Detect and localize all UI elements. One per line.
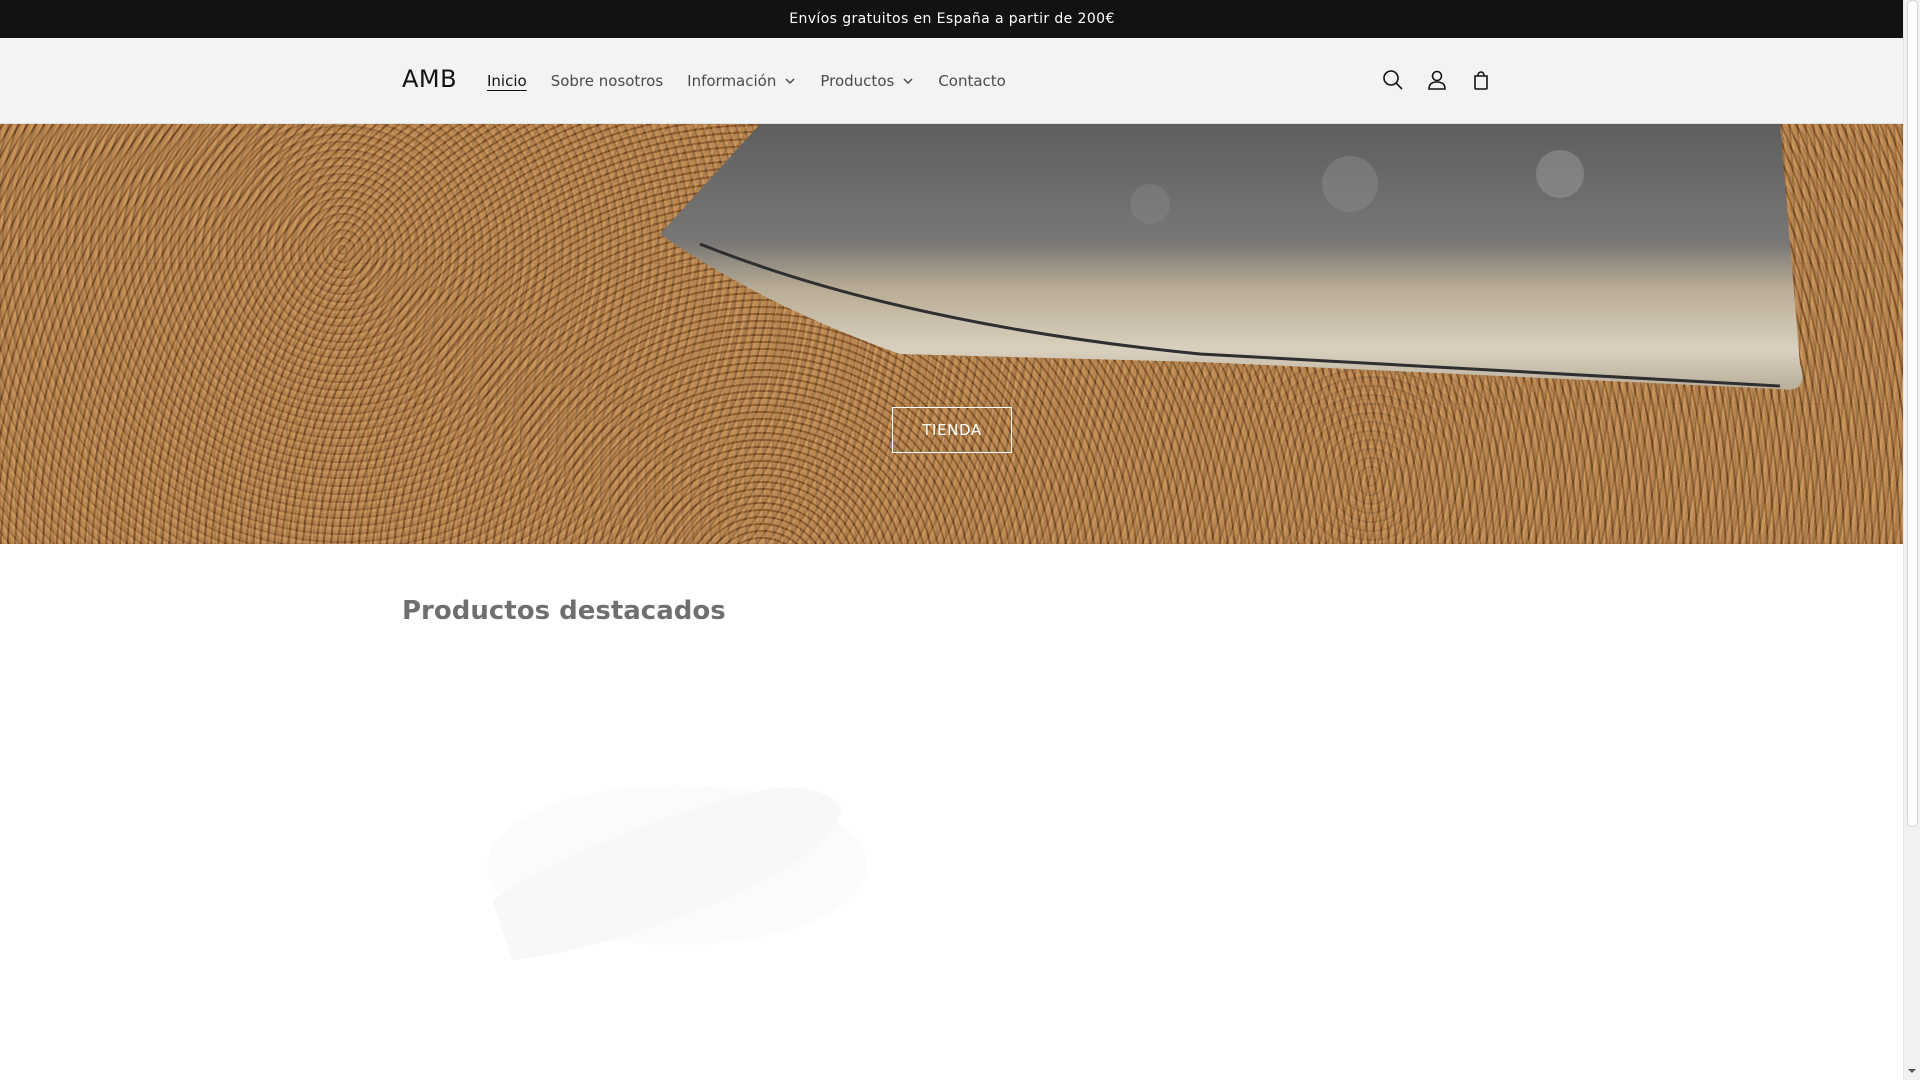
main-nav: Inicio Sobre nosotros Información Produc…	[475, 38, 1018, 123]
chevron-down-icon	[785, 77, 795, 84]
header-icons	[1376, 54, 1498, 106]
nav-item-sobre-nosotros[interactable]: Sobre nosotros	[539, 72, 675, 90]
scrollbar-thumb[interactable]	[1907, 0, 1918, 827]
site-header: AMB Inicio Sobre nosotros Información Pr…	[0, 38, 1904, 124]
nav-item-inicio[interactable]: Inicio	[475, 72, 539, 90]
nav-label: Inicio	[487, 71, 527, 90]
search-button[interactable]	[1376, 54, 1410, 106]
search-icon	[1383, 70, 1403, 90]
nav-label: Productos	[820, 71, 895, 90]
chevron-down-icon	[903, 77, 913, 84]
page-scrollbar[interactable]	[1903, 0, 1920, 1080]
nav-item-productos[interactable]: Productos	[808, 72, 926, 90]
product-image	[487, 785, 867, 960]
nav-item-contacto[interactable]: Contacto	[926, 72, 1018, 90]
cart-icon	[1474, 71, 1488, 90]
announcement-bar: Envíos gratuitos en España a partir de 2…	[0, 0, 1904, 38]
nav-item-informacion[interactable]: Información	[675, 72, 808, 90]
featured-products-title: Productos destacados	[402, 596, 726, 626]
nav-label: Contacto	[938, 71, 1006, 90]
hero-banner: TIENDA	[0, 124, 1904, 544]
nav-label: Información	[687, 71, 777, 90]
nav-label: Sobre nosotros	[550, 71, 664, 90]
site-logo[interactable]: AMB	[402, 65, 457, 93]
knife-blade-image	[660, 124, 1803, 390]
account-button[interactable]	[1420, 54, 1454, 106]
cart-button[interactable]	[1464, 54, 1498, 106]
tienda-button[interactable]: TIENDA	[892, 407, 1012, 453]
scroll-down-arrow-icon[interactable]	[1907, 1066, 1917, 1076]
product-card[interactable]	[402, 660, 958, 1080]
account-icon	[1428, 70, 1446, 90]
announcement-text: Envíos gratuitos en España a partir de 2…	[789, 11, 1115, 27]
